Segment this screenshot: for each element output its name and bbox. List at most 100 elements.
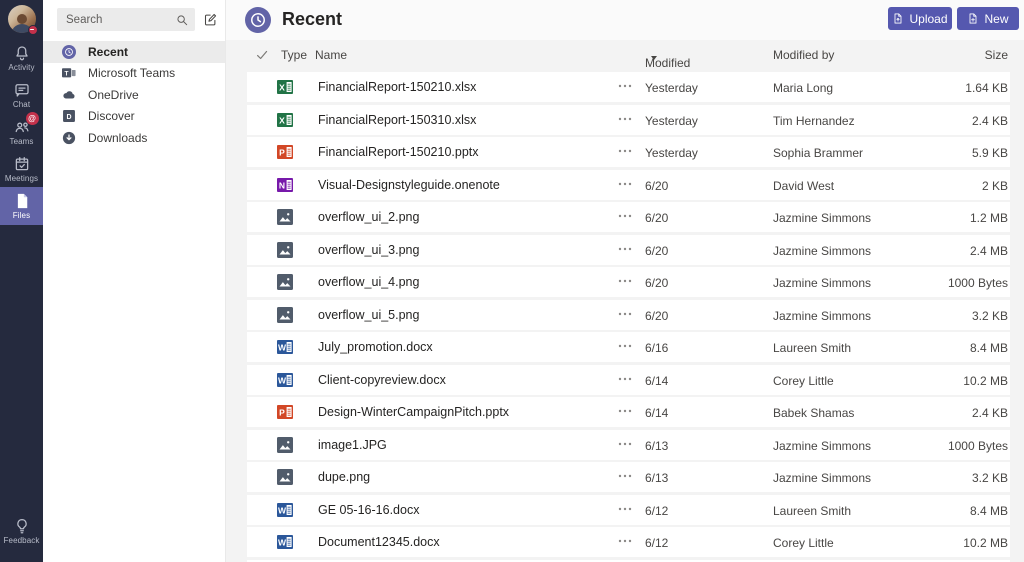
sidebar-item-discover[interactable]: D Discover xyxy=(43,106,225,128)
sidebar-item-recent[interactable]: Recent xyxy=(43,41,225,63)
sidebar-item-downloads[interactable]: Downloads xyxy=(43,127,225,149)
calendar-icon xyxy=(13,155,31,173)
rail-bottom-nav: Feedback xyxy=(0,512,43,562)
table-row[interactable]: W Document12345.docx 6/12 Corey Little 1… xyxy=(247,527,1010,557)
table-row[interactable]: overflow_ui_5.png 6/20 Jazmine Simmons 3… xyxy=(247,299,1010,330)
table-row[interactable]: overflow_ui_2.png 6/20 Jazmine Simmons 1… xyxy=(247,202,1010,232)
avatar[interactable] xyxy=(7,5,38,35)
file-size: 8.4 MB xyxy=(969,503,1008,518)
row-more-button[interactable] xyxy=(611,306,639,324)
rail-item-files[interactable]: Files xyxy=(0,187,43,225)
word-file-icon: W xyxy=(277,502,293,518)
search-row xyxy=(43,0,225,40)
svg-text:W: W xyxy=(278,375,287,385)
table-row[interactable]: W GE 05-16-16.docx 6/12 Laureen Smith 8.… xyxy=(247,494,1010,525)
bell-icon xyxy=(13,44,31,62)
table-row[interactable]: overflow_ui_4.png 6/20 Jazmine Simmons 1… xyxy=(247,267,1010,297)
table-row[interactable]: dupe.png 6/13 Jazmine Simmons 3.2 KB xyxy=(247,462,1010,492)
presence-dnd-badge xyxy=(27,25,38,35)
file-name: Client-copyreview.docx xyxy=(318,372,446,387)
table-row[interactable]: P FinancialReport-150210.pptx Yesterday … xyxy=(247,137,1010,167)
svg-text:X: X xyxy=(279,115,285,125)
row-more-button[interactable] xyxy=(611,501,639,519)
sidebar-item-onedrive[interactable]: OneDrive xyxy=(43,84,225,106)
row-more-button[interactable] xyxy=(611,241,639,259)
column-type[interactable]: Type xyxy=(281,48,307,62)
mention-badge: @ xyxy=(25,111,39,125)
chat-icon xyxy=(13,81,31,99)
svg-text:P: P xyxy=(279,407,285,417)
table-row[interactable]: N Visual-Designstyleguide.onenote 6/20 D… xyxy=(247,169,1010,200)
file-name: overflow_ui_5.png xyxy=(318,307,420,322)
file-modified-by: Corey Little xyxy=(773,536,834,550)
powerpoint-file-icon: P xyxy=(277,144,293,160)
row-more-button[interactable] xyxy=(611,436,639,454)
more-icon xyxy=(617,176,633,192)
row-more-button[interactable] xyxy=(611,78,639,96)
table-row[interactable]: W July_promotion.docx 6/16 Laureen Smith… xyxy=(247,332,1010,362)
file-size: 3.2 KB xyxy=(971,308,1008,323)
row-more-button[interactable] xyxy=(611,111,639,129)
svg-text:P: P xyxy=(279,147,285,157)
row-more-button[interactable] xyxy=(611,533,639,551)
more-icon xyxy=(617,436,633,452)
excel-file-icon: X xyxy=(277,112,293,128)
row-more-button[interactable] xyxy=(611,371,639,389)
more-icon xyxy=(617,533,633,549)
svg-text:X: X xyxy=(279,82,285,92)
row-more-button[interactable] xyxy=(611,208,639,226)
more-icon xyxy=(617,403,633,419)
upload-doc-icon xyxy=(892,12,904,25)
table-row[interactable]: image1.JPG 6/13 Jazmine Simmons 1000 Byt… xyxy=(247,429,1010,460)
select-all-check-icon[interactable] xyxy=(255,48,269,62)
row-more-button[interactable] xyxy=(611,403,639,421)
file-modified-by: Jazmine Simmons xyxy=(773,471,872,485)
file-modified-by: Tim Hernandez xyxy=(773,113,855,128)
row-more-button[interactable] xyxy=(611,176,639,194)
row-more-button[interactable] xyxy=(611,468,639,486)
row-more-button[interactable] xyxy=(611,338,639,356)
file-size: 2 KB xyxy=(981,178,1008,193)
image-file-icon xyxy=(277,306,293,323)
compose-icon[interactable] xyxy=(203,12,218,27)
row-more-button[interactable] xyxy=(611,273,639,291)
table-row[interactable]: P Design-WinterCampaignPitch.pptx 6/14 B… xyxy=(247,397,1010,427)
column-modified-by[interactable]: Modified by xyxy=(773,48,834,62)
table-row[interactable]: X FinancialReport-150310.xlsx Yesterday … xyxy=(247,104,1010,135)
table-row[interactable]: W Client-copyreview.docx 6/14 Corey Litt… xyxy=(247,364,1010,395)
upload-button[interactable]: Upload xyxy=(888,7,952,30)
column-size[interactable]: Size xyxy=(985,48,1008,62)
file-table: X FinancialReport-150210.xlsx Yesterday … xyxy=(226,70,1024,562)
search-input[interactable] xyxy=(57,8,195,31)
rail-item-feedback[interactable]: Feedback xyxy=(0,512,43,549)
column-name[interactable]: Name xyxy=(315,48,347,62)
more-icon xyxy=(617,208,633,224)
file-modified-by: Jazmine Simmons xyxy=(773,243,872,258)
svg-text:W: W xyxy=(278,537,287,547)
file-modified: 6/13 xyxy=(645,438,669,453)
word-file-icon: W xyxy=(277,534,293,550)
file-modified-by: Sophia Brammer xyxy=(773,146,864,160)
file-name: Document12345.docx xyxy=(318,535,440,549)
file-name: overflow_ui_4.png xyxy=(318,275,420,289)
more-icon xyxy=(617,111,633,127)
sidebar-item-microsoft-teams[interactable]: T Microsoft Teams xyxy=(43,63,225,85)
image-file-icon xyxy=(277,469,293,485)
file-size: 10.2 MB xyxy=(963,373,1008,388)
row-more-button[interactable] xyxy=(611,143,639,161)
svg-text:W: W xyxy=(278,505,287,515)
new-button[interactable]: New xyxy=(957,7,1019,30)
file-size: 1.64 KB xyxy=(965,81,1008,95)
main-content: Recent Upload New Type Name Modified Mod… xyxy=(226,0,1024,562)
table-row[interactable]: overflow_ui_3.png 6/20 Jazmine Simmons 2… xyxy=(247,234,1010,265)
rail-item-activity[interactable]: Activity xyxy=(0,39,43,76)
rail-item-settings[interactable] xyxy=(0,549,43,562)
file-modified-by: Laureen Smith xyxy=(773,341,852,355)
rail-item-teams[interactable]: @ Teams xyxy=(0,111,43,150)
svg-text:T: T xyxy=(65,71,69,78)
table-row[interactable]: X FinancialReport-150210.xlsx Yesterday … xyxy=(247,72,1010,102)
rail-item-meetings[interactable]: Meetings xyxy=(0,150,43,187)
file-name: image1.JPG xyxy=(318,437,387,452)
rail-item-chat[interactable]: Chat xyxy=(0,76,43,113)
file-modified-by: Jazmine Simmons xyxy=(773,211,872,225)
